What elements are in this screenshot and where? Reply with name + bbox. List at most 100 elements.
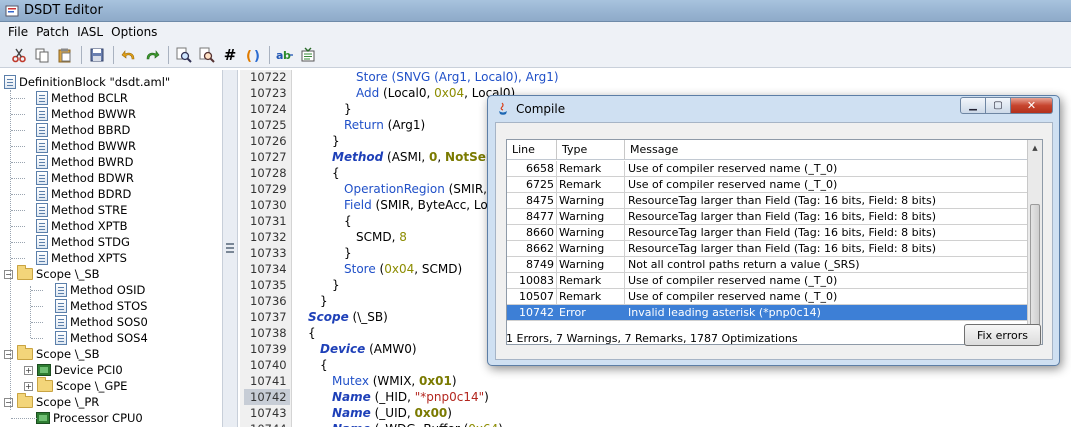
tree-item[interactable]: Method XPTS <box>36 250 127 266</box>
table-row[interactable]: 8660 Warning ResourceTag larger than Field… <box>507 225 1028 241</box>
table-row[interactable]: 8477 Warning ResourceTag larger than Field… <box>507 209 1028 225</box>
code-line[interactable]: { <box>320 357 328 373</box>
tree-item[interactable]: Method XPTB <box>36 218 128 234</box>
code-line[interactable]: Scope (\_SB) <box>308 309 388 325</box>
column-header-line[interactable]: Line <box>507 140 557 160</box>
tree-item[interactable]: Method SOS4 <box>55 330 148 346</box>
code-line[interactable]: SCMD, 8 <box>356 229 407 245</box>
code-line[interactable]: Name (_HID, "*pnp0c14") <box>332 389 489 405</box>
collapse-icon[interactable]: − <box>4 349 13 359</box>
tree-item[interactable]: Processor CPU0 <box>36 410 143 426</box>
code-line[interactable]: Store (0x04, SCMD) <box>344 261 462 277</box>
expand-icon[interactable]: + <box>24 365 33 375</box>
table-row-selected[interactable]: 10742 Error Invalid leading asterisk (*pnp… <box>507 305 1028 321</box>
code-token: Name <box>332 422 371 427</box>
code-token: } <box>344 102 352 116</box>
tree-item[interactable]: Method BWWR <box>36 138 136 154</box>
code-token: (_UID, <box>370 406 415 420</box>
expand-icon[interactable]: + <box>24 381 33 391</box>
table-scrollbar[interactable]: ▲ ▼ <box>1027 140 1042 344</box>
tree-item[interactable]: Method SOS0 <box>55 314 148 330</box>
fix-errors-button[interactable]: Fix errors <box>964 324 1041 346</box>
tree-item[interactable]: − Scope \_SB <box>4 345 100 362</box>
collapse-icon[interactable]: − <box>4 269 13 279</box>
menu-options[interactable]: Options <box>107 25 161 39</box>
tree-item[interactable]: Method BDRD <box>36 186 131 202</box>
line-number: 10730 <box>250 198 287 212</box>
code-line[interactable]: } <box>344 245 352 261</box>
code-line[interactable]: } <box>332 133 340 149</box>
abc-icon[interactable]: ab <box>274 44 296 66</box>
table-row[interactable]: 10083 Remark Use of compiler reserved name… <box>507 273 1028 289</box>
code-line[interactable]: Mutex (WMIX, 0x01) <box>332 373 457 389</box>
table-row[interactable]: 6725 Remark Use of compiler reserved name … <box>507 177 1028 193</box>
close-button[interactable]: ✕ <box>1011 97 1053 114</box>
dsdt-tree[interactable]: DefinitionBlock "dsdt.aml" Method BCLR Met… <box>0 70 222 427</box>
code-line[interactable]: { <box>344 213 352 229</box>
code-line[interactable]: Device (AMW0) <box>320 341 417 357</box>
tree-item[interactable]: + Scope \_GPE <box>24 377 127 394</box>
code-line[interactable]: { <box>308 325 316 341</box>
brace-icon[interactable]: () <box>242 44 264 66</box>
tree-item-label: Method XPTB <box>51 219 128 233</box>
tree-item[interactable]: Method OSID <box>55 282 145 298</box>
tree-guide-line <box>31 338 43 339</box>
column-header-message[interactable]: Message <box>625 140 1028 160</box>
code-line[interactable]: } <box>320 293 328 309</box>
tree-item[interactable]: Method STOS <box>55 298 147 314</box>
undo-icon[interactable] <box>118 44 140 66</box>
splitter-handle[interactable] <box>222 70 238 427</box>
code-line[interactable]: { <box>332 165 340 181</box>
document-icon <box>36 219 48 233</box>
tree-guide-line <box>31 290 43 291</box>
cell-line: 6725 <box>507 177 557 192</box>
table-row[interactable]: 8475 Warning ResourceTag larger than Field… <box>507 193 1028 209</box>
tree-item[interactable]: − Scope \_SB <box>4 265 100 282</box>
menu-iasl[interactable]: IASL <box>73 25 107 39</box>
hash-icon[interactable]: # <box>219 44 241 66</box>
tree-item[interactable]: Method BWWR <box>36 106 136 122</box>
code-token: Name <box>332 390 371 404</box>
tree-item[interactable]: + Device PCI0 <box>24 362 123 378</box>
dialog-title-bar: Compile <box>496 100 565 118</box>
table-row[interactable]: 10507 Remark Use of compiler reserved name… <box>507 289 1028 305</box>
tree-item[interactable]: Method BCLR <box>36 90 128 106</box>
code-line[interactable]: Name (_WDG, Buffer (0x64) <box>332 421 503 427</box>
table-row[interactable]: 8662 Warning ResourceTag larger than Field… <box>507 241 1028 257</box>
code-line[interactable]: Store (SNVG (Arg1, Local0), Arg1) <box>356 70 559 85</box>
redo-icon[interactable] <box>141 44 163 66</box>
tree-item[interactable]: Method STRE <box>36 202 127 218</box>
tree-item[interactable]: DefinitionBlock "dsdt.aml" <box>4 74 170 90</box>
tree-item[interactable]: Method BWRD <box>36 154 133 170</box>
collapse-icon[interactable]: − <box>4 397 13 407</box>
save-icon[interactable] <box>86 44 108 66</box>
find-icon[interactable] <box>173 44 195 66</box>
maximize-button[interactable]: ▢ <box>986 97 1011 114</box>
code-line[interactable]: } <box>344 101 352 117</box>
cut-icon[interactable] <box>8 44 30 66</box>
tree-item[interactable]: − Scope \_PR <box>4 393 99 410</box>
table-row[interactable]: 6658 Remark Use of compiler reserved name … <box>507 161 1028 177</box>
code-line[interactable]: Return (Arg1) <box>344 117 425 133</box>
scroll-up-icon[interactable]: ▲ <box>1028 140 1042 155</box>
column-header-type[interactable]: Type <box>557 140 625 160</box>
minimize-button[interactable]: ▁ <box>960 97 986 114</box>
cell-type: Warning <box>557 241 625 256</box>
cell-message: Use of compiler reserved name (_T_0) <box>628 178 838 191</box>
menu-file[interactable]: File <box>4 25 32 39</box>
replace-icon[interactable] <box>196 44 218 66</box>
tree-guide-line <box>11 114 25 115</box>
code-line[interactable]: } <box>332 277 340 293</box>
window-controls: ▁ ▢ ✕ <box>960 97 1053 114</box>
scrollbar-thumb[interactable] <box>1030 204 1040 328</box>
tree-item[interactable]: Method BBRD <box>36 122 130 138</box>
compile-icon[interactable] <box>297 44 319 66</box>
code-line[interactable]: Name (_UID, 0x00) <box>332 405 452 421</box>
table-row[interactable]: 8749 Warning Not all control paths return … <box>507 257 1028 273</box>
paste-icon[interactable] <box>54 44 76 66</box>
tree-item[interactable]: Method STDG <box>36 234 130 250</box>
splitter-grip-icon <box>226 243 234 253</box>
menu-patch[interactable]: Patch <box>32 25 73 39</box>
tree-item[interactable]: Method BDWR <box>36 170 134 186</box>
copy-icon[interactable] <box>31 44 53 66</box>
